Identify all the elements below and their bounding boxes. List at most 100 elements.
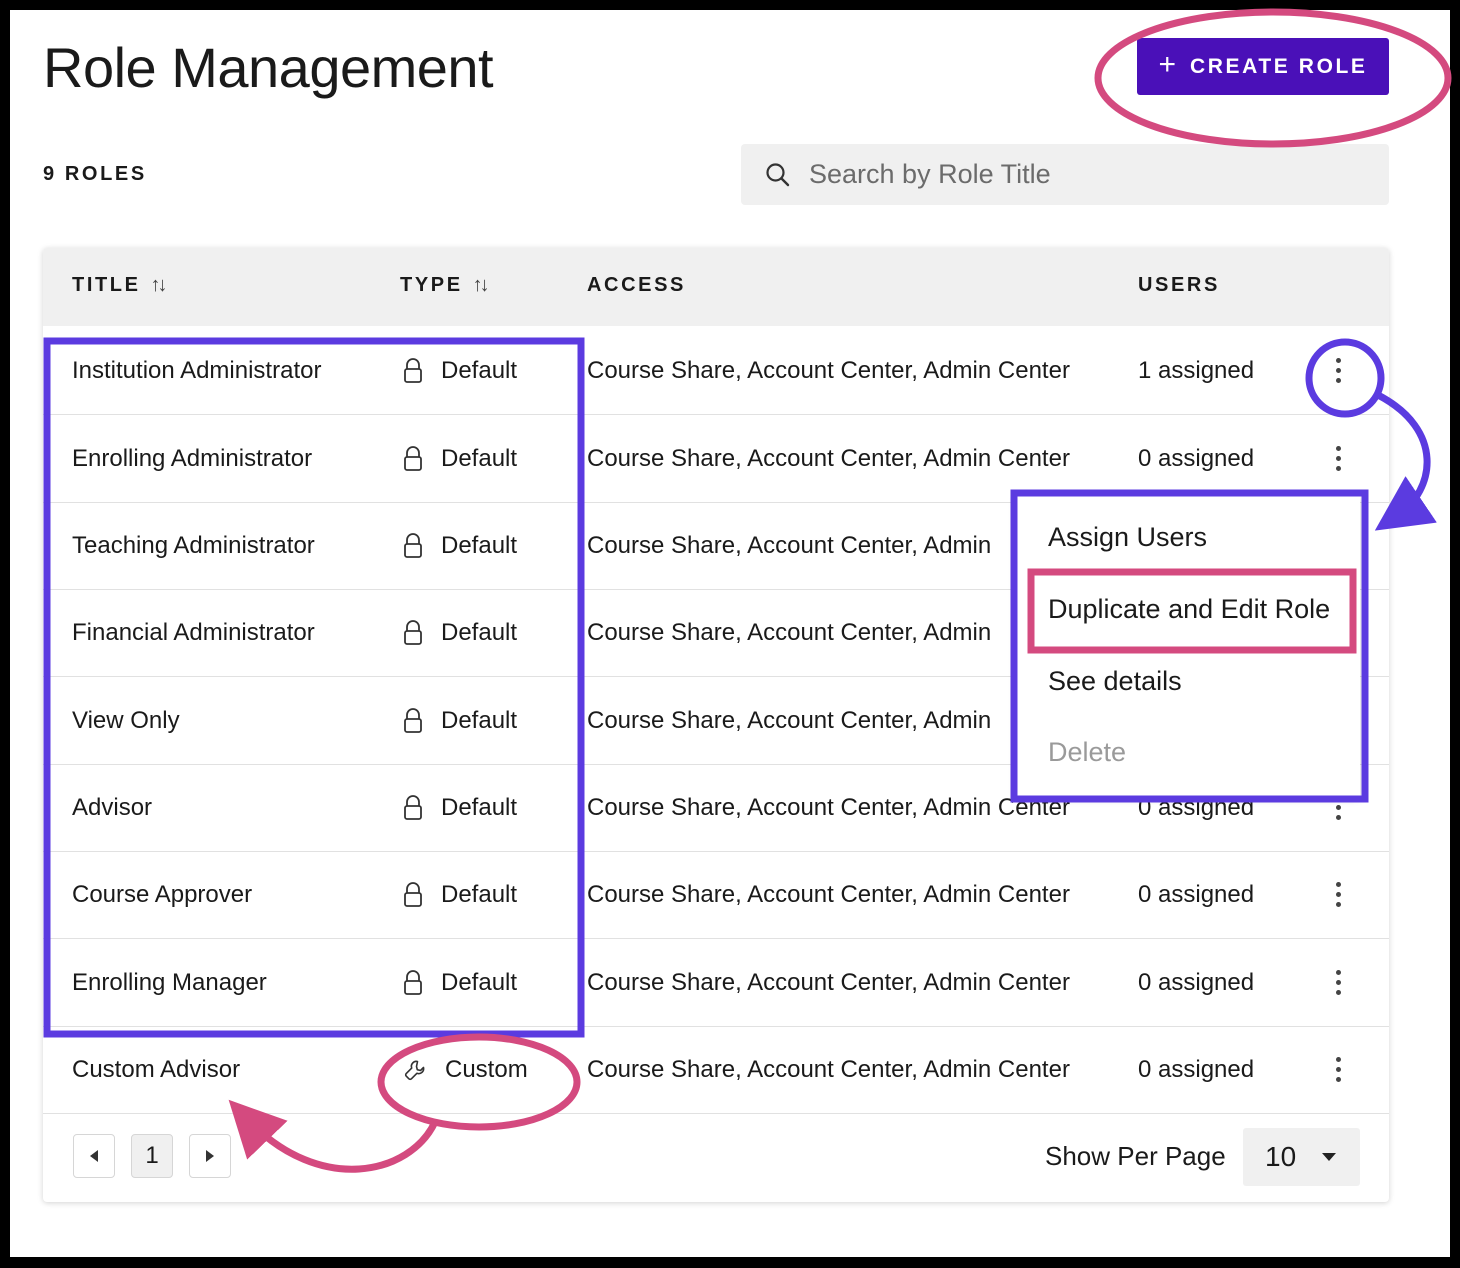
kebab-icon (1335, 1057, 1341, 1082)
role-users: 1 assigned (1138, 356, 1255, 384)
search-bar (741, 144, 1389, 205)
role-title: Teaching Administrator (72, 531, 315, 559)
table-row: Custom Advisor Custom Course Share, Acco… (43, 1026, 1389, 1114)
next-page-button[interactable] (189, 1134, 231, 1178)
kebab-icon (1335, 795, 1341, 820)
role-title: Enrolling Administrator (72, 444, 313, 472)
column-header-type-label: TYPE (400, 274, 463, 296)
role-type: Default (403, 415, 517, 502)
role-type-label: Default (441, 531, 518, 559)
role-access: Course Share, Account Center, Admin (587, 706, 992, 734)
table-row: Course Approver Default Course Share, Ac… (43, 851, 1389, 939)
table-row: Institution Administrator Default Course… (43, 327, 1389, 415)
lock-icon (404, 969, 422, 995)
row-menu-button[interactable] (1323, 1026, 1353, 1113)
column-header-users: USERS (1138, 274, 1220, 297)
role-title: View Only (72, 706, 180, 734)
table-header: TITLE ↑↓ TYPE ↑↓ ACCESS USERS (43, 248, 1389, 326)
column-header-type[interactable]: TYPE ↑↓ (400, 274, 490, 297)
page-number-button[interactable]: 1 (131, 1134, 173, 1178)
create-role-button[interactable]: + CREATE ROLE (1137, 38, 1389, 95)
lock-icon (404, 445, 422, 471)
row-menu-button[interactable] (1323, 851, 1353, 938)
menu-item-assign-users[interactable]: Assign Users (1048, 522, 1207, 553)
role-access: Course Share, Account Center, Admin Cent… (587, 880, 1070, 908)
menu-item-delete: Delete (1048, 737, 1127, 767)
role-access: Course Share, Account Center, Admin Cent… (587, 793, 1070, 821)
column-header-access-label: ACCESS (587, 274, 686, 296)
role-type-label: Default (441, 793, 518, 821)
kebab-icon (1335, 358, 1341, 383)
row-menu-button[interactable] (1323, 327, 1353, 414)
role-access: Course Share, Account Center, Admin Cent… (587, 356, 1070, 384)
role-type: Default (403, 502, 517, 589)
page-title: Role Management (43, 36, 494, 99)
chevron-left-icon (90, 1150, 98, 1162)
column-header-title[interactable]: TITLE ↑↓ (72, 274, 168, 297)
role-type-label: Default (441, 618, 518, 646)
role-users: 0 assigned (1138, 444, 1255, 472)
role-users: 0 assigned (1138, 880, 1255, 908)
role-users: 0 assigned (1138, 968, 1255, 996)
role-access: Course Share, Account Center, Admin (587, 531, 992, 559)
row-actions-menu: Assign Users Duplicate and Edit Role See… (1017, 496, 1360, 796)
role-type: Default (403, 764, 517, 851)
lock-icon (404, 619, 422, 645)
role-title: Course Approver (72, 880, 253, 908)
sort-icon[interactable]: ↑↓ (473, 274, 490, 297)
prev-page-button[interactable] (73, 1134, 115, 1178)
lock-icon (404, 532, 422, 558)
row-menu-button[interactable] (1323, 415, 1353, 502)
role-access: Course Share, Account Center, Admin Cent… (587, 968, 1070, 996)
menu-item-duplicate-edit-role[interactable]: Duplicate and Edit Role (1048, 594, 1330, 625)
role-access: Course Share, Account Center, Admin Cent… (587, 1055, 1070, 1083)
show-per-page-label: Show Per Page (1045, 1141, 1226, 1171)
per-page-select[interactable]: 10 (1243, 1128, 1360, 1186)
lock-icon (404, 357, 422, 383)
role-title: Custom Advisor (72, 1055, 241, 1083)
role-title: Financial Administrator (72, 618, 315, 646)
wrench-icon (404, 1060, 425, 1080)
pagination: 1 Show Per Page 10 (43, 1114, 1389, 1202)
table-row: Enrolling Administrator Default Course S… (43, 415, 1389, 503)
role-type: Default (403, 851, 517, 938)
lock-icon (404, 881, 422, 907)
lock-icon (404, 794, 422, 820)
role-title: Enrolling Manager (72, 968, 267, 996)
role-type-label: Default (441, 356, 518, 384)
column-header-users-label: USERS (1138, 274, 1220, 296)
per-page-value: 10 (1265, 1141, 1297, 1172)
role-title: Institution Administrator (72, 356, 322, 384)
row-menu-button[interactable] (1323, 939, 1353, 1026)
lock-icon (404, 707, 422, 733)
role-access: Course Share, Account Center, Admin (587, 618, 992, 646)
kebab-icon (1335, 970, 1341, 995)
role-type-label: Default (441, 706, 518, 734)
role-type-label: Default (441, 444, 518, 472)
chevron-right-icon (206, 1150, 214, 1162)
create-role-label: CREATE ROLE (1189, 54, 1368, 78)
role-type: Default (403, 677, 517, 764)
role-type: Default (403, 327, 517, 414)
role-type-label: Default (441, 968, 518, 996)
role-users: 0 assigned (1138, 1055, 1255, 1083)
role-type-label: Custom (445, 1055, 528, 1083)
search-input[interactable] (807, 158, 1351, 191)
column-header-title-label: TITLE (72, 274, 141, 296)
kebab-icon (1335, 882, 1341, 907)
roles-count: 9 ROLES (43, 163, 147, 185)
column-header-access: ACCESS (587, 274, 686, 297)
caret-down-icon (1322, 1153, 1337, 1161)
role-type: Default (403, 589, 517, 676)
role-access: Course Share, Account Center, Admin Cent… (587, 444, 1070, 472)
role-type: Custom (403, 1026, 528, 1113)
role-type: Default (403, 939, 517, 1026)
role-type-label: Default (441, 880, 518, 908)
plus-icon: + (1158, 48, 1176, 81)
table-row: Enrolling Manager Default Course Share, … (43, 939, 1389, 1027)
sort-icon[interactable]: ↑↓ (151, 274, 168, 297)
search-icon (766, 162, 790, 186)
kebab-icon (1335, 446, 1341, 471)
menu-item-see-details[interactable]: See details (1048, 666, 1182, 697)
role-title: Advisor (72, 793, 153, 821)
